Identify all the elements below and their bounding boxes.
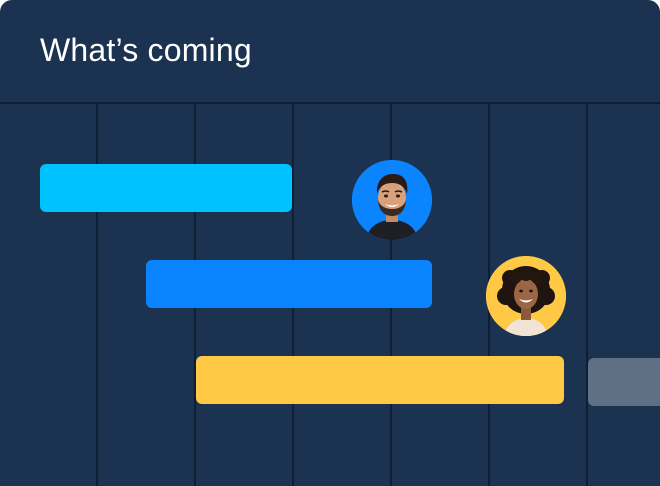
timeline-bar-gray[interactable] — [588, 358, 660, 406]
timeline-bar-yellow[interactable] — [196, 356, 564, 404]
timeline-bar-cyan[interactable] — [40, 164, 292, 212]
timeline-bar-blue[interactable] — [146, 260, 432, 308]
avatar-woman — [486, 256, 566, 336]
whats-coming-card: What’s coming — [0, 0, 660, 486]
person-icon — [486, 256, 566, 336]
avatar-man — [352, 160, 432, 240]
card-title: What’s coming — [40, 32, 252, 68]
person-icon — [352, 160, 432, 240]
grid-line — [96, 104, 98, 486]
card-header: What’s coming — [0, 0, 660, 104]
grid-line — [586, 104, 588, 486]
